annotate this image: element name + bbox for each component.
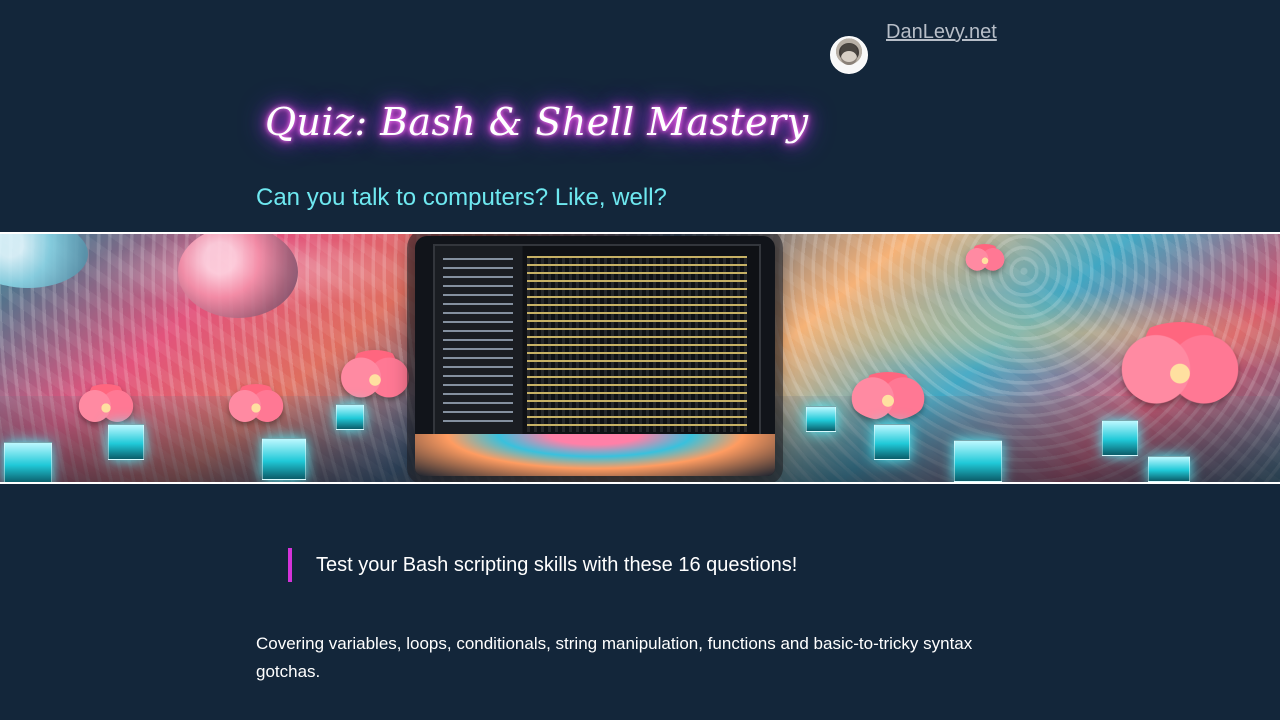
glowing-cube-icon: [336, 404, 364, 430]
glowing-cube-icon: [806, 406, 836, 432]
page: DanLevy.net Quiz: Bash & Shell Mastery C…: [0, 0, 1280, 720]
flower-icon: [1120, 322, 1240, 408]
glowing-cube-icon: [262, 438, 306, 480]
glowing-cube-icon: [874, 424, 910, 460]
flower-icon: [228, 384, 284, 424]
glowing-cube-icon: [1102, 420, 1138, 456]
glowing-cube-icon: [108, 424, 144, 460]
laptop-illustration: [415, 236, 775, 476]
page-subtitle: Can you talk to computers? Like, well?: [256, 184, 667, 211]
callout-block: Test your Bash scripting skills with the…: [288, 548, 968, 582]
page-title: Quiz: Bash & Shell Mastery: [265, 100, 809, 144]
flower-icon: [78, 384, 134, 424]
laptop-base: [415, 434, 775, 476]
flower-icon: [340, 350, 410, 400]
flower-icon: [965, 244, 1005, 272]
glowing-cube-icon: [1148, 456, 1190, 482]
terminal-screen: [433, 244, 761, 444]
avatar[interactable]: [830, 36, 868, 74]
site-name-link[interactable]: DanLevy.net: [886, 20, 997, 44]
quiz-description: Covering variables, loops, conditionals,…: [256, 634, 973, 681]
flower-icon: [850, 372, 926, 420]
hero-banner-image: [0, 232, 1280, 484]
glowing-cube-icon: [954, 440, 1002, 482]
site-link-group[interactable]: DanLevy.net: [830, 20, 997, 74]
callout-text: Test your Bash scripting skills with the…: [316, 554, 798, 576]
glowing-cube-icon: [4, 442, 52, 482]
